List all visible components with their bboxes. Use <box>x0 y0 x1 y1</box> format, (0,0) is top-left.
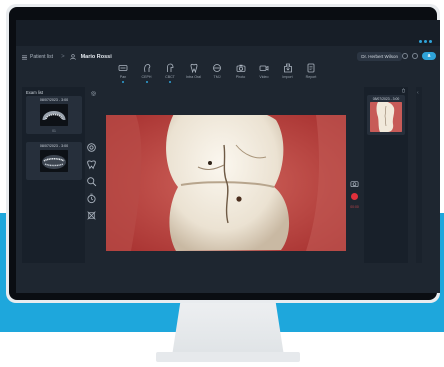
breadcrumb-separator: > <box>61 54 65 60</box>
tool-ceph[interactable]: CEPH <box>136 63 158 93</box>
exam-date: 08/07/2023 - 3:00 <box>39 144 69 148</box>
ceph-icon <box>143 64 150 73</box>
exam-list-panel: Exam list 08/07/2023 - 3:00 01 08/07/202… <box>22 87 85 263</box>
active-indicator <box>122 81 124 83</box>
doctor-name: Dr. Herbert Wilson <box>361 54 398 59</box>
exam-date: 08/07/2023 - 3:00 <box>39 98 69 102</box>
monitor-base <box>156 352 300 362</box>
tool-video[interactable]: Video <box>253 63 275 93</box>
tool-label: TMJ <box>213 75 221 79</box>
user-icon <box>69 54 76 60</box>
viewer-side-tools <box>86 142 97 221</box>
patient-name: Mario Rossi <box>80 54 112 60</box>
video-icon <box>259 65 269 71</box>
pano-icon <box>118 65 128 71</box>
cbct-icon <box>167 63 174 72</box>
panel-collapse-handle[interactable]: ‹ <box>416 87 422 263</box>
active-indicator <box>216 81 218 83</box>
tooth-icon <box>190 63 197 73</box>
tool-label: Intra Oral <box>186 75 201 79</box>
crop-icon[interactable] <box>86 210 97 221</box>
doctor-menu[interactable]: Dr. Herbert Wilson <box>357 52 402 61</box>
active-indicator <box>193 81 195 83</box>
capture-camera-icon[interactable] <box>350 179 359 188</box>
tool-photo[interactable]: Photo <box>230 63 252 93</box>
tool-report[interactable]: Report <box>300 63 322 93</box>
active-indicator <box>169 81 171 83</box>
tool-label: CEPH <box>141 75 152 79</box>
capture-date: 08/07/2023 - 3:00 <box>372 97 400 101</box>
tool-label: Import <box>282 75 293 79</box>
tmj-icon <box>213 64 221 72</box>
active-indicator <box>240 81 242 83</box>
exam-card[interactable]: 08/07/2023 - 3:00 <box>26 142 82 180</box>
record-timer: 00:00 <box>350 205 359 209</box>
tooth-chart-icon[interactable] <box>86 159 97 170</box>
intraoral-tooth-image <box>106 115 346 251</box>
capture-controls: 00:00 <box>350 179 359 209</box>
settings-icon[interactable] <box>412 53 418 59</box>
window-dots[interactable] <box>419 40 432 43</box>
active-indicator <box>310 81 312 83</box>
record-button[interactable] <box>351 193 358 200</box>
tool-label: Video <box>259 75 269 79</box>
tool-label: Photo <box>235 75 246 79</box>
tool-label: Pan <box>119 75 127 79</box>
exam-number: 01 <box>52 129 56 133</box>
trash-icon[interactable] <box>401 88 406 93</box>
panoramic-xray-thumbnail <box>40 104 68 126</box>
captured-tooth-thumbnail <box>370 102 402 132</box>
exam-list-title: Exam list <box>26 90 43 95</box>
import-icon <box>283 63 292 73</box>
patient-breadcrumb: Mario Rossi <box>69 54 112 60</box>
app-screen: Patient list > Mario Rossi Dr. Herbert W… <box>16 20 440 293</box>
tool-import[interactable]: Import <box>277 63 299 93</box>
patient-list-button[interactable]: Patient list <box>22 54 53 60</box>
chevron-left-icon: ‹ <box>417 90 419 96</box>
tool-cbct[interactable]: CBCT <box>159 63 181 93</box>
tool-pan[interactable]: Pan <box>112 63 134 93</box>
panoramic-xray-thumbnail <box>40 150 68 172</box>
report-icon <box>307 63 315 73</box>
help-icon[interactable] <box>402 53 408 59</box>
timer-icon[interactable] <box>86 193 97 204</box>
tool-label: Report <box>305 75 317 79</box>
intraoral-image-viewer[interactable] <box>106 115 346 251</box>
monitor-stand <box>172 298 284 356</box>
list-icon <box>22 55 27 59</box>
settings-gear-icon[interactable] <box>90 90 97 97</box>
header-actions: a <box>402 52 436 60</box>
exam-card[interactable]: 08/07/2023 - 3:00 01 <box>26 96 82 134</box>
tool-label: CBCT <box>165 75 175 79</box>
active-indicator <box>145 81 148 83</box>
captured-image-card[interactable]: 08/07/2023 - 3:00 <box>367 95 405 135</box>
tool-tmj[interactable]: TMJ <box>206 63 228 93</box>
camera-icon <box>236 64 245 72</box>
patient-list-label: Patient list <box>30 54 54 60</box>
acquisition-toolbar: Pan CEPH CBCT Intra Oral TMJ Photo Video… <box>112 63 322 93</box>
window-titlebar <box>16 20 440 46</box>
brightness-icon[interactable] <box>86 142 97 153</box>
app-logo: a <box>422 52 436 60</box>
active-indicator <box>287 81 289 83</box>
tool-intra-oral[interactable]: Intra Oral <box>183 63 205 93</box>
zoom-icon[interactable] <box>86 176 97 187</box>
captured-images-panel: 08/07/2023 - 3:00 <box>364 87 408 263</box>
active-indicator <box>263 81 265 83</box>
